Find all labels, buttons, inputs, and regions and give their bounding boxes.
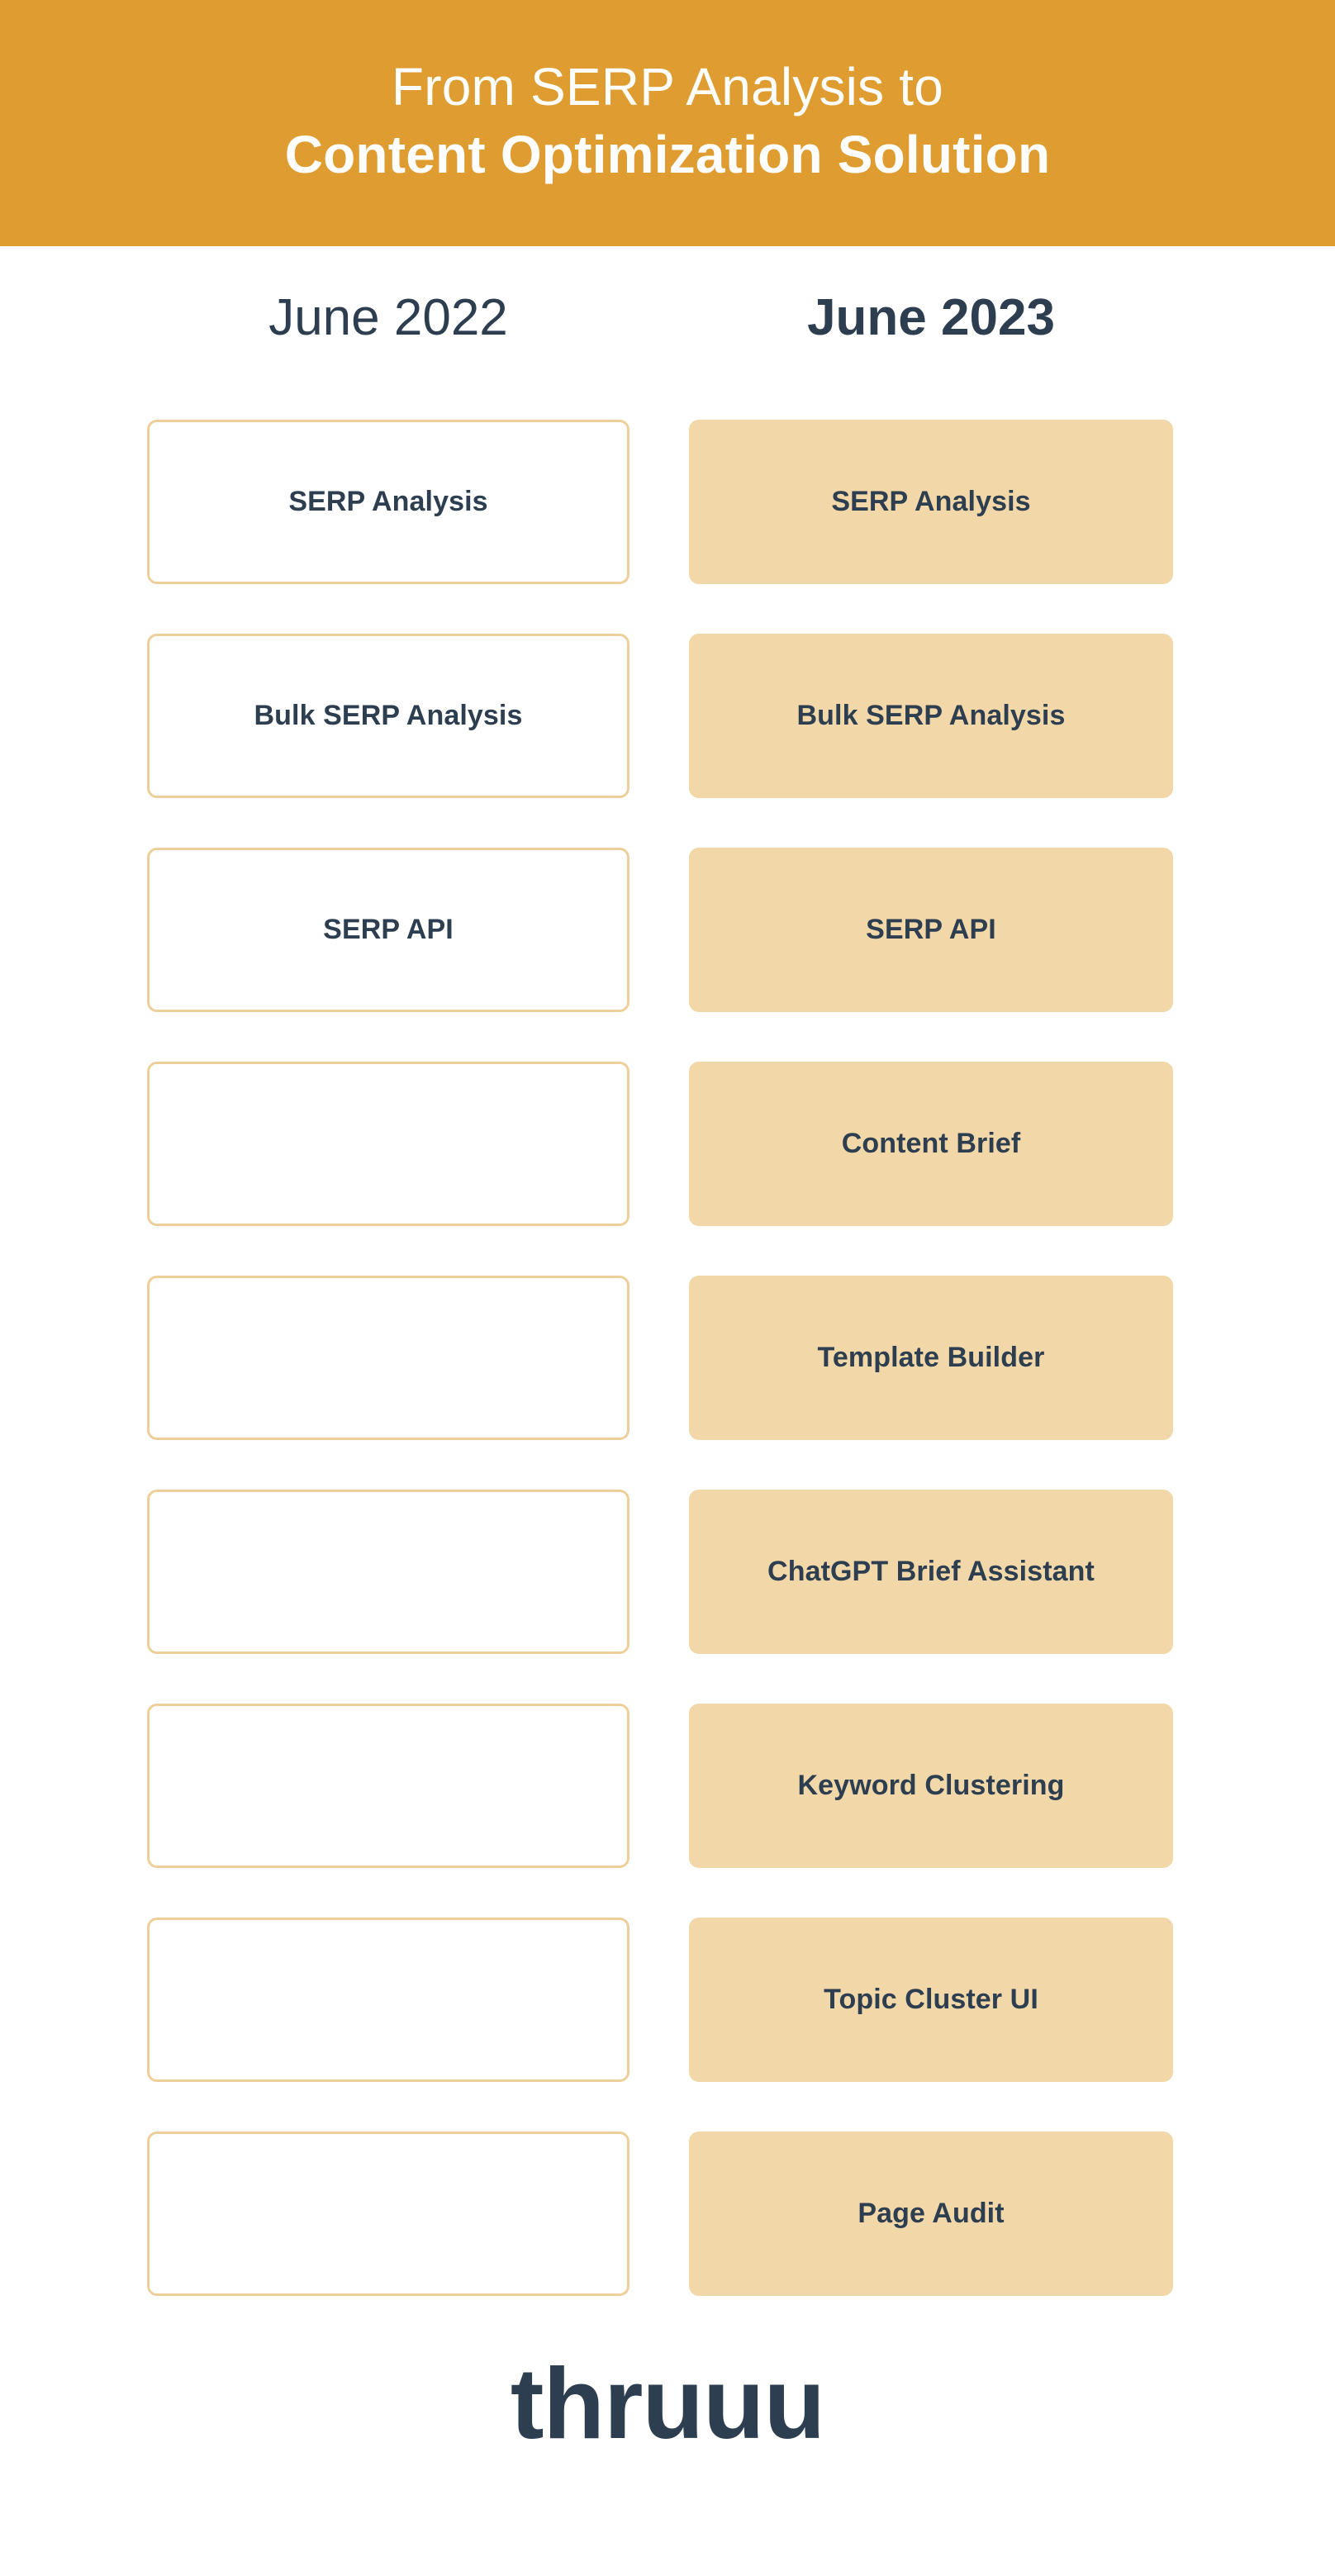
feature-cell-present: Page Audit: [689, 2132, 1173, 2296]
feature-cell-present: SERP API: [689, 848, 1173, 1012]
feature-row: SERP API SERP API: [147, 848, 1173, 1012]
banner-title-line-1: From SERP Analysis to: [391, 56, 944, 116]
feature-cell-past: [147, 1704, 629, 1868]
feature-cell-present: ChatGPT Brief Assistant: [689, 1490, 1173, 1654]
feature-row: ChatGPT Brief Assistant: [147, 1490, 1173, 1654]
feature-label: SERP Analysis: [831, 486, 1031, 518]
header-banner: From SERP Analysis to Content Optimizati…: [0, 0, 1335, 246]
brand-logo: thruuu: [0, 2353, 1335, 2454]
feature-row: SERP Analysis SERP Analysis: [147, 420, 1173, 584]
feature-label: Keyword Clustering: [797, 1770, 1065, 1802]
feature-comparison-grid: SERP Analysis SERP Analysis Bulk SERP An…: [147, 420, 1173, 2296]
feature-row: Bulk SERP Analysis Bulk SERP Analysis: [147, 634, 1173, 798]
feature-label: Page Audit: [858, 2198, 1005, 2230]
feature-cell-present: Bulk SERP Analysis: [689, 634, 1173, 798]
feature-cell-past: SERP API: [147, 848, 629, 1012]
feature-cell-present: Topic Cluster UI: [689, 1918, 1173, 2082]
column-heading-june-2022: June 2022: [268, 289, 508, 346]
brand-wordmark: thruuu: [510, 2347, 825, 2460]
infographic-page: From SERP Analysis to Content Optimizati…: [0, 0, 1335, 2576]
feature-row: Keyword Clustering: [147, 1704, 1173, 1868]
feature-cell-past: Bulk SERP Analysis: [147, 634, 629, 798]
feature-label: Bulk SERP Analysis: [796, 700, 1066, 732]
feature-row: Page Audit: [147, 2132, 1173, 2296]
feature-cell-past: [147, 1918, 629, 2082]
feature-label: Topic Cluster UI: [824, 1984, 1038, 2016]
feature-cell-present: Content Brief: [689, 1062, 1173, 1226]
column-headings: June 2022 June 2023: [147, 273, 1173, 364]
feature-cell-past: [147, 1490, 629, 1654]
feature-row: Content Brief: [147, 1062, 1173, 1226]
column-heading-june-2023: June 2023: [807, 289, 1055, 346]
feature-label: SERP API: [323, 914, 454, 946]
feature-row: Template Builder: [147, 1276, 1173, 1440]
feature-cell-present: SERP Analysis: [689, 420, 1173, 584]
feature-label: SERP API: [866, 914, 996, 946]
feature-cell-present: Template Builder: [689, 1276, 1173, 1440]
feature-cell-past: [147, 1276, 629, 1440]
feature-cell-past: [147, 2132, 629, 2296]
feature-cell-past: [147, 1062, 629, 1226]
feature-label: ChatGPT Brief Assistant: [767, 1556, 1095, 1588]
feature-cell-present: Keyword Clustering: [689, 1704, 1173, 1868]
feature-label: SERP Analysis: [288, 486, 488, 518]
feature-label: Bulk SERP Analysis: [254, 700, 523, 732]
feature-label: Content Brief: [841, 1128, 1021, 1160]
banner-title-line-2: Content Optimization Solution: [284, 125, 1051, 184]
feature-cell-past: SERP Analysis: [147, 420, 629, 584]
feature-row: Topic Cluster UI: [147, 1918, 1173, 2082]
feature-label: Template Builder: [817, 1342, 1045, 1374]
